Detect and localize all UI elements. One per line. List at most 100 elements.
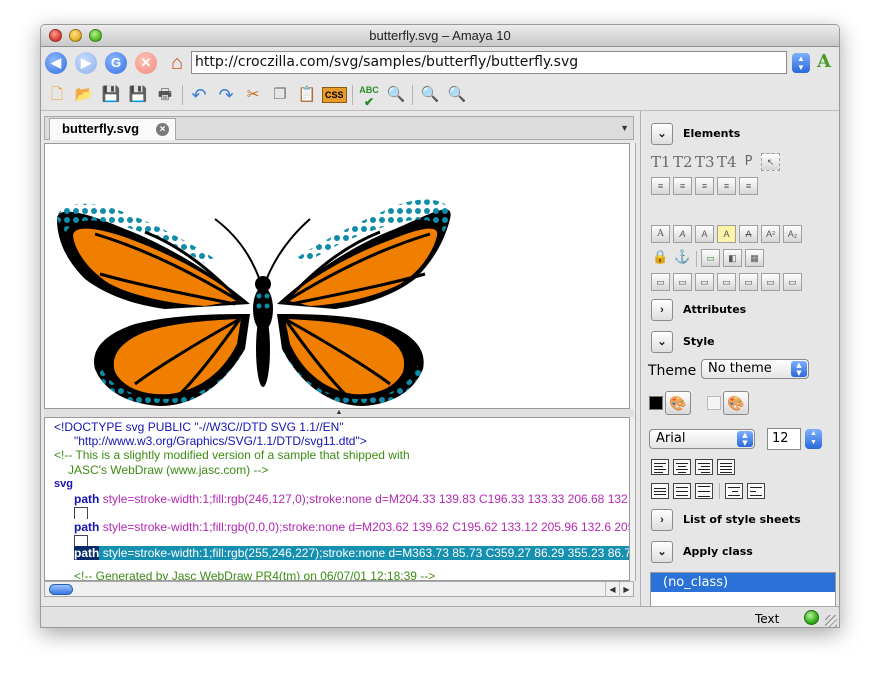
outdent-icon[interactable] — [747, 483, 765, 499]
url-input[interactable]: http://croczilla.com/svg/samples/butterf… — [191, 51, 787, 74]
definition-icon[interactable]: ≡ — [739, 177, 758, 195]
foreground-color-swatch[interactable] — [649, 396, 663, 410]
code-icon[interactable]: A — [695, 225, 714, 243]
minimize-window-button[interactable] — [69, 29, 82, 42]
resize-grip-icon[interactable] — [825, 615, 837, 627]
background-color-swatch[interactable] — [707, 396, 721, 410]
source-path-line3[interactable]: path style=stroke-width:1;fill:rgb(255,2… — [74, 546, 629, 560]
save-icon[interactable]: 💾 — [99, 84, 123, 106]
line-spacing-large-icon[interactable] — [695, 483, 713, 499]
bulleted-list-icon[interactable]: ≡ — [651, 177, 670, 195]
text-field-icon[interactable]: ▭ — [717, 273, 736, 291]
path-element-name: path — [74, 546, 100, 560]
css-icon[interactable]: CSS — [322, 84, 347, 106]
term-icon[interactable]: ≡ — [717, 177, 736, 195]
source-view[interactable]: <!DOCTYPE svg PUBLIC "-//W3C//DTD SVG 1.… — [44, 417, 630, 581]
new-document-icon[interactable]: 🗋 — [45, 84, 69, 106]
chevron-down-icon[interactable]: ⌄ — [651, 331, 673, 353]
copy-icon[interactable]: ❐ — [268, 84, 292, 106]
div-icon[interactable]: ↖ — [761, 153, 780, 171]
zoom-in-icon[interactable]: 🔍 — [418, 84, 442, 106]
heading4-button[interactable]: T4 — [717, 153, 737, 171]
list-item[interactable]: (no_class) — [651, 573, 835, 592]
superscript-icon[interactable]: A² — [761, 225, 780, 243]
chevron-right-icon[interactable]: › — [651, 509, 673, 531]
toolbar-separator — [182, 85, 183, 105]
anchor-icon[interactable]: ⚓ — [673, 249, 692, 267]
textarea-icon[interactable]: ▭ — [761, 273, 780, 291]
undo-icon[interactable]: ↶ — [187, 84, 211, 106]
tools-panel: ⌄ Elements T1 T2 T3 T4 P ↖ ≡ ≡ ≡ ≡ ≡ A A… — [640, 111, 839, 627]
url-history-dropdown[interactable]: ▲ ▼ — [792, 53, 810, 73]
italic-icon[interactable]: A — [673, 225, 692, 243]
view-splitter[interactable]: ▲ — [44, 409, 634, 417]
align-right-icon[interactable] — [695, 459, 713, 475]
go-icon[interactable]: A — [817, 51, 839, 75]
zoom-window-button[interactable] — [89, 29, 102, 42]
open-icon[interactable]: 📂 — [72, 84, 96, 106]
back-icon[interactable]: ◀ — [45, 52, 67, 74]
horizontal-scrollbar[interactable]: ◀ ▶ — [44, 581, 634, 597]
line-spacing-small-icon[interactable] — [651, 483, 669, 499]
paste-icon[interactable]: 📋 — [295, 84, 319, 106]
strike-icon[interactable]: A — [739, 225, 758, 243]
tab-butterfly-svg[interactable]: butterfly.svg × — [49, 118, 176, 140]
line-spacing-medium-icon[interactable] — [673, 483, 691, 499]
file-field-icon[interactable]: ▭ — [783, 273, 802, 291]
lock-icon[interactable]: 🔒 — [651, 249, 670, 267]
tree-bracket — [74, 507, 88, 519]
print-icon[interactable]: 🖶 — [153, 84, 177, 106]
chevron-down-icon[interactable]: ⌄ — [651, 541, 673, 563]
cut-icon[interactable]: ✂ — [241, 84, 265, 106]
definition-list-icon[interactable]: ≡ — [695, 177, 714, 195]
heading1-button[interactable]: T1 — [651, 153, 671, 171]
stop-icon[interactable]: ✕ — [135, 52, 157, 74]
theme-select[interactable]: No theme ▲ ▼ — [701, 359, 809, 379]
table-icon[interactable]: ▦ — [745, 249, 764, 267]
form-icon[interactable]: ▭ — [651, 273, 670, 291]
reload-icon[interactable]: G — [105, 52, 127, 74]
foreground-palette-icon[interactable]: 🎨 — [665, 391, 691, 415]
paragraph-button[interactable]: P — [739, 153, 758, 171]
background-palette-icon[interactable]: 🎨 — [723, 391, 749, 415]
scroll-right-arrow-icon[interactable]: ▶ — [619, 582, 633, 597]
find-icon[interactable]: 🔍 — [384, 84, 408, 106]
redo-icon[interactable]: ↷ — [214, 84, 238, 106]
font-family-value: Arial — [656, 431, 686, 446]
highlight-icon[interactable]: A — [717, 225, 736, 243]
numbered-list-icon[interactable]: ≡ — [673, 177, 692, 195]
object-icon[interactable]: ◧ — [723, 249, 742, 267]
tab-menu-chevron-down-icon[interactable]: ▼ — [620, 123, 629, 133]
fieldset-icon[interactable]: ▭ — [673, 273, 692, 291]
font-size-stepper[interactable]: ▲ ▼ — [805, 429, 822, 449]
subscript-icon[interactable]: A₂ — [783, 225, 802, 243]
forward-icon[interactable]: ▶ — [75, 52, 97, 74]
svg-canvas[interactable] — [44, 143, 630, 409]
chevron-right-icon[interactable]: › — [651, 299, 673, 321]
align-center-icon[interactable] — [673, 459, 691, 475]
zoom-out-icon[interactable]: 🔍 — [445, 84, 469, 106]
heading3-button[interactable]: T3 — [695, 153, 715, 171]
vertical-scrollbar[interactable] — [630, 143, 636, 581]
close-window-button[interactable] — [49, 29, 62, 42]
option-field-icon[interactable]: ▭ — [739, 273, 758, 291]
checkbox-field-icon[interactable]: ▭ — [695, 273, 714, 291]
source-path-line2[interactable]: path style=stroke-width:1;fill:rgb(0,0,0… — [74, 520, 629, 534]
font-family-select[interactable]: Arial ▲ ▼ — [649, 429, 755, 449]
align-justify-icon[interactable] — [717, 459, 735, 475]
home-icon[interactable]: ⌂ — [165, 52, 189, 74]
heading2-button[interactable]: T2 — [673, 153, 693, 171]
scrollbar-thumb[interactable] — [49, 584, 73, 595]
tab-close-icon[interactable]: × — [156, 123, 169, 136]
font-size-input[interactable]: 12 — [767, 428, 801, 450]
spellcheck-icon[interactable]: ABC ✔ — [357, 84, 381, 108]
save-as-icon[interactable]: 💾 — [126, 84, 150, 106]
indent-icon[interactable] — [725, 483, 743, 499]
source-path-line1[interactable]: path style=stroke-width:1;fill:rgb(246,1… — [74, 492, 629, 506]
emphasis-icon[interactable]: A — [651, 225, 670, 243]
source-comment-line3: <!-- Generated by Jasc WebDraw PR4(tm) o… — [74, 569, 436, 581]
chevron-down-icon[interactable]: ⌄ — [651, 123, 673, 145]
scroll-left-arrow-icon[interactable]: ◀ — [605, 582, 619, 597]
align-left-icon[interactable] — [651, 459, 669, 475]
image-icon[interactable]: ▭ — [701, 249, 720, 267]
